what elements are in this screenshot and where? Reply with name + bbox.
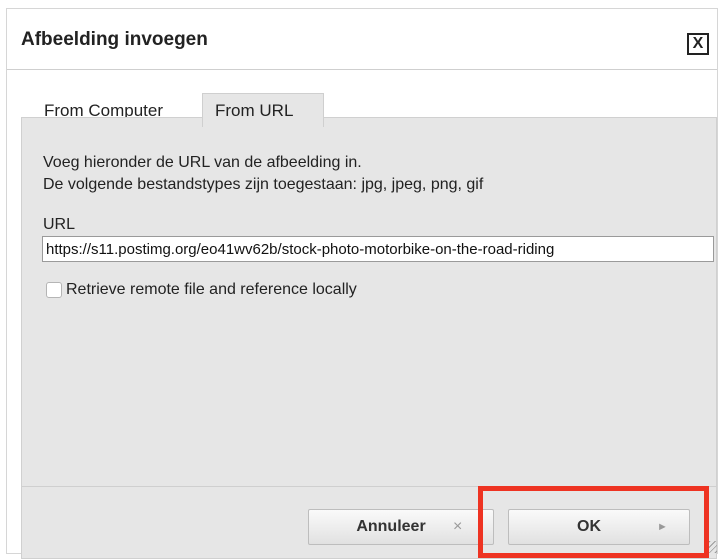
dialog-title: Afbeelding invoegen <box>21 29 208 50</box>
cancel-button-label: Annuleer <box>356 518 426 535</box>
instructions-line-1: Voeg hieronder de URL van de afbeelding … <box>43 154 362 171</box>
insert-image-dialog: Afbeelding invoegen X From Computer From… <box>6 8 718 559</box>
instructions-text: Voeg hieronder de URL van de afbeelding … <box>43 152 483 196</box>
cancel-button[interactable]: Annuleer × <box>308 509 494 545</box>
from-url-panel: Voeg hieronder de URL van de afbeelding … <box>21 117 717 559</box>
retrieve-remote-checkbox[interactable] <box>46 282 62 298</box>
ok-button[interactable]: OK ► <box>508 509 690 545</box>
footer-divider <box>22 486 716 487</box>
close-small-icon: × <box>453 518 463 535</box>
url-input[interactable] <box>42 236 714 262</box>
play-arrow-icon: ► <box>657 521 668 533</box>
dialog-titlebar: Afbeelding invoegen X <box>7 9 717 70</box>
tab-from-url[interactable]: From URL <box>202 93 324 127</box>
instructions-line-2: De volgende bestandstypes zijn toegestaa… <box>43 176 484 193</box>
resize-handle-icon[interactable] <box>705 541 717 553</box>
url-label: URL <box>43 216 76 233</box>
retrieve-remote-label[interactable]: Retrieve remote file and reference local… <box>66 281 357 299</box>
close-icon[interactable]: X <box>687 33 709 55</box>
